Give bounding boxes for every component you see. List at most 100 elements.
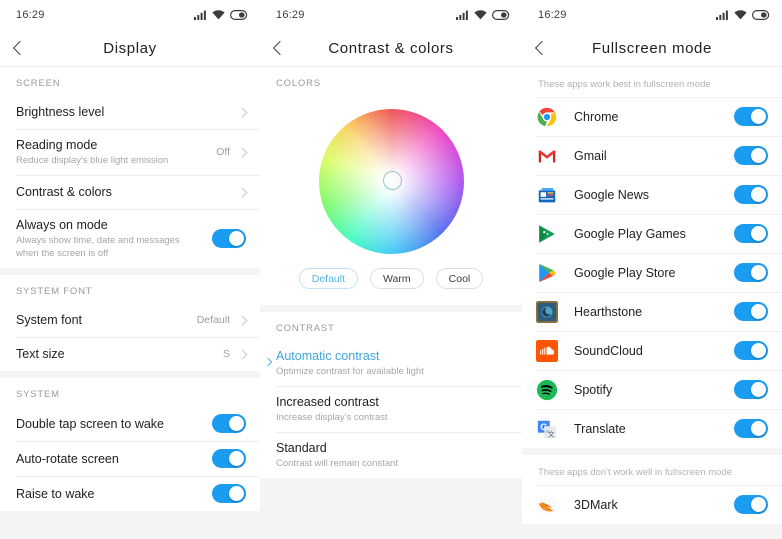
chip-default[interactable]: Default [298, 268, 359, 289]
toggle-spotify[interactable] [734, 380, 768, 399]
row-texts: Always on mode Always show time, date an… [16, 217, 202, 260]
wifi-icon [212, 10, 225, 20]
toggle-gmail[interactable] [734, 146, 768, 165]
toggle-knob [229, 416, 244, 431]
app-row-soundcloud[interactable]: SoundCloud [522, 331, 782, 370]
toggle-google-news[interactable] [734, 185, 768, 204]
battery-icon [752, 10, 770, 20]
status-time: 16:29 [276, 9, 305, 21]
back-button[interactable] [260, 30, 294, 66]
list-bottom-spacer [0, 511, 260, 539]
page-title: Fullscreen mode [592, 39, 712, 57]
hint-apps-good: These apps work best in fullscreen mode [522, 67, 782, 97]
spotify-icon [536, 379, 558, 401]
toggle-knob [229, 486, 244, 501]
toggle-translate[interactable] [734, 419, 768, 438]
row-raise-to-wake[interactable]: Raise to wake [0, 476, 260, 511]
contrast-colors-content: COLORS Default Warm Cool CONTRAST Automa… [260, 67, 522, 539]
toggle-chrome[interactable] [734, 107, 768, 126]
hearthstone-icon [536, 300, 558, 323]
app-row-gmail[interactable]: Gmail [522, 136, 782, 175]
status-time: 16:29 [16, 9, 45, 21]
contrast-options-list: Automatic contrast Optimize contrast for… [260, 340, 522, 478]
back-button[interactable] [0, 30, 34, 66]
toggle-hearthstone[interactable] [734, 302, 768, 321]
row-standard-contrast[interactable]: Standard Contrast will remain constant [260, 432, 522, 478]
toggle-knob [751, 382, 766, 397]
toggle-knob [751, 265, 766, 280]
color-wheel[interactable] [318, 109, 464, 254]
row-double-tap-to-wake[interactable]: Double tap screen to wake [0, 406, 260, 441]
wifi-icon [734, 10, 747, 20]
row-increased-contrast[interactable]: Increased contrast Increase display's co… [260, 386, 522, 432]
phone-screen-display: 16:29 Display SCREEN Brightness level Re… [0, 0, 260, 539]
app-name: Spotify [574, 382, 613, 397]
signal-icon [194, 10, 206, 20]
toggle-knob [229, 451, 244, 466]
3dmark-icon [536, 494, 558, 516]
row-reading-mode[interactable]: Reading mode Reduce display's blue light… [0, 129, 260, 175]
app-row-translate[interactable]: G 文 Translate [522, 409, 782, 448]
row-text-size[interactable]: Text size S [0, 337, 260, 371]
row-texts: Text size [16, 346, 215, 362]
toggle-soundcloud[interactable] [734, 341, 768, 360]
status-icons [716, 10, 770, 20]
row-texts: Double tap screen to wake [16, 416, 202, 432]
signal-icon [716, 10, 728, 20]
row-texts: Reading mode Reduce display's blue light… [16, 137, 208, 167]
app-row-chrome[interactable]: Chrome [522, 97, 782, 136]
row-texts: Brightness level [16, 104, 230, 120]
row-contrast-and-colors[interactable]: Contrast & colors [0, 175, 260, 209]
row-always-on-mode[interactable]: Always on mode Always show time, date an… [0, 209, 260, 268]
hint-apps-bad: These apps don't work well in fullscreen… [522, 448, 782, 485]
google-translate-icon: G 文 [536, 418, 558, 440]
color-wheel-cursor[interactable] [383, 170, 402, 190]
toggle-always-on-mode[interactable] [212, 229, 246, 248]
toggle-3dmark[interactable] [734, 495, 768, 514]
toggle-raise-to-wake[interactable] [212, 484, 246, 503]
toggle-knob [751, 497, 766, 512]
chip-cool[interactable]: Cool [435, 268, 484, 289]
chevron-right-icon [237, 349, 248, 359]
app-name: Chrome [574, 109, 619, 124]
apps-good-list: Chrome Gmail Google News Google Play Gam… [522, 97, 782, 448]
chevron-right-icon [237, 187, 248, 197]
toggle-knob [751, 304, 766, 319]
row-automatic-contrast[interactable]: Automatic contrast Optimize contrast for… [260, 340, 522, 386]
apps-bad-list: 3DMark [522, 485, 782, 524]
app-name: SoundCloud [574, 343, 643, 358]
row-title: Raise to wake [16, 486, 95, 501]
section-screen: Brightness level Reading mode Reduce dis… [0, 95, 260, 268]
row-title: Standard [276, 441, 327, 455]
three-phone-screenshots: 16:29 Display SCREEN Brightness level Re… [0, 0, 782, 539]
row-brightness-level[interactable]: Brightness level [0, 95, 260, 129]
toggle-knob [751, 109, 766, 124]
color-wheel-container [260, 95, 522, 260]
gmail-icon [536, 145, 558, 167]
battery-icon [230, 10, 248, 20]
app-row-3dmark[interactable]: 3DMark [522, 485, 782, 524]
row-title: Automatic contrast [276, 349, 380, 363]
app-row-spotify[interactable]: Spotify [522, 370, 782, 409]
list-bottom-spacer [260, 478, 522, 539]
app-row-google-play-store[interactable]: Google Play Store [522, 253, 782, 292]
row-auto-rotate-screen[interactable]: Auto-rotate screen [0, 441, 260, 476]
app-row-google-news[interactable]: Google News [522, 175, 782, 214]
toggle-google-play-store[interactable] [734, 263, 768, 282]
chip-warm[interactable]: Warm [370, 268, 424, 289]
row-system-font[interactable]: System font Default [0, 303, 260, 337]
toggle-google-play-games[interactable] [734, 224, 768, 243]
toggle-knob [751, 226, 766, 241]
toggle-knob [229, 231, 244, 246]
toggle-auto-rotate-screen[interactable] [212, 449, 246, 468]
app-row-hearthstone[interactable]: Hearthstone [522, 292, 782, 331]
signal-icon [456, 10, 468, 20]
toggle-double-tap-to-wake[interactable] [212, 414, 246, 433]
back-button[interactable] [522, 30, 556, 66]
row-value: Off [216, 146, 230, 158]
back-chevron-icon [272, 40, 288, 56]
row-texts: Increased contrast Increase display's co… [276, 394, 508, 424]
toggle-knob [751, 187, 766, 202]
app-row-google-play-games[interactable]: Google Play Games [522, 214, 782, 253]
section-header-screen: SCREEN [0, 67, 260, 95]
